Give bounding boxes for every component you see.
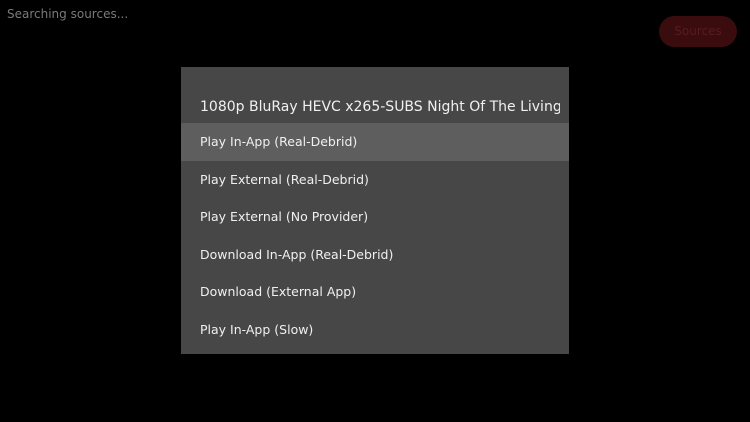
option-play-external-real-debrid[interactable]: Play External (Real-Debrid): [181, 161, 569, 199]
option-play-external-no-provider[interactable]: Play External (No Provider): [181, 198, 569, 236]
dialog-title: 1080p BluRay HEVC x265-SUBS Night Of The…: [200, 99, 560, 115]
option-play-in-app-real-debrid[interactable]: Play In-App (Real-Debrid): [181, 123, 569, 161]
option-list: Play In-App (Real-Debrid) Play External …: [181, 123, 569, 348]
option-download-external-app[interactable]: Download (External App): [181, 273, 569, 311]
sources-button[interactable]: Sources: [659, 16, 737, 47]
screen: Searching sources... Sources 1080p BluRa…: [0, 0, 750, 422]
source-options-dialog: 1080p BluRay HEVC x265-SUBS Night Of The…: [181, 67, 569, 354]
searching-status: Searching sources...: [7, 7, 129, 21]
option-download-in-app-real-debrid[interactable]: Download In-App (Real-Debrid): [181, 236, 569, 274]
option-play-in-app-slow[interactable]: Play In-App (Slow): [181, 311, 569, 349]
